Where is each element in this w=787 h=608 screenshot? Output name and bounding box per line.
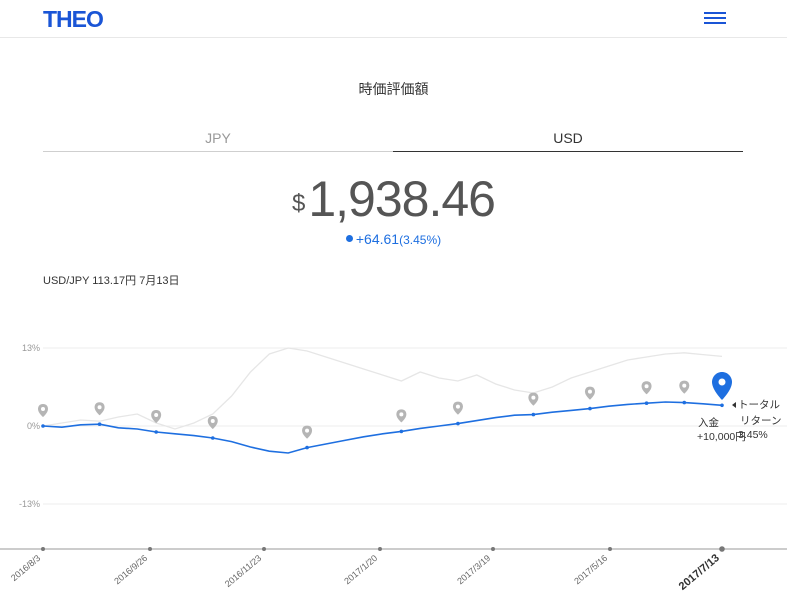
data-point	[682, 400, 687, 405]
theo-logo[interactable]: THEO	[43, 6, 104, 33]
deposit-marker-hole	[210, 419, 215, 423]
x-tick-dot	[148, 547, 152, 551]
x-tick-dot	[608, 547, 612, 551]
tooltip-label: リターン	[740, 415, 781, 427]
hamburger-menu-icon[interactable]	[704, 10, 728, 26]
currency-tabs: JPY USD	[43, 128, 743, 152]
x-tick-label: 2017/7/13	[677, 552, 722, 593]
series-line-benchmark	[42, 347, 723, 430]
deposit-marker-hole	[644, 384, 649, 389]
data-point	[644, 401, 649, 405]
x-tick-label: 2017/5/16	[572, 553, 609, 586]
deposit-marker-hole	[305, 428, 310, 433]
data-point	[210, 436, 215, 440]
x-tick-label: 2016/11/23	[223, 553, 263, 589]
deposit-marker-hole	[455, 404, 460, 409]
total-return-tooltip[interactable]: トータル リターン 3.45% 入金 +10,000円	[697, 372, 781, 443]
caret-left-icon	[732, 402, 736, 408]
tooltip-label: トータル	[738, 399, 780, 411]
deposit-markers	[38, 380, 727, 450]
location-pin-icon	[712, 372, 732, 400]
deposit-marker-hole	[531, 395, 536, 400]
data-point	[531, 412, 536, 417]
deposit-amount: +10,000円	[697, 431, 746, 443]
data-point	[588, 406, 592, 411]
tab-jpy[interactable]: JPY	[43, 128, 393, 152]
deposit-label: 入金	[698, 416, 719, 429]
y-tick-label: 0%	[27, 421, 40, 431]
tab-usd[interactable]: USD	[393, 128, 743, 152]
x-tick-label: 2017/1/20	[342, 553, 379, 586]
deposit-marker-hole	[154, 413, 159, 417]
x-tick-label: 2017/3/19	[455, 553, 492, 586]
change-value: +64.61	[355, 231, 400, 247]
x-tick-dot	[41, 547, 45, 551]
y-tick-label: -13%	[19, 499, 40, 509]
valuation-change: +64.61(3.45%)	[0, 231, 787, 247]
y-tick-label: 13%	[22, 343, 40, 353]
x-tick-dot	[719, 546, 725, 552]
x-tick-label: 2016/9/26	[112, 553, 149, 586]
data-point	[41, 424, 45, 428]
fx-rate: USD/JPY 113.17円 7月13日	[43, 275, 180, 287]
data-point	[305, 445, 309, 450]
pin-center	[718, 378, 726, 386]
data-point	[97, 422, 102, 426]
deposit-marker-hole	[41, 407, 45, 411]
deposit-marker-hole	[97, 405, 102, 410]
series-line-return	[42, 401, 723, 454]
data-point	[399, 429, 404, 434]
data-point	[154, 430, 158, 434]
menu-bar	[704, 17, 726, 19]
page-title: 時価評価額	[358, 81, 429, 97]
deposit-marker-hole	[587, 389, 592, 394]
x-ticks: 2016/8/3 2016/9/26 2016/11/23 2017/1/20 2017…	[9, 546, 725, 593]
deposit-marker-hole	[682, 383, 687, 388]
x-tick-dot	[491, 547, 495, 551]
menu-bar	[704, 12, 726, 14]
app-header: THEO	[0, 0, 787, 38]
x-tick-dot	[262, 547, 266, 551]
data-point	[456, 421, 460, 426]
change-dot-icon	[345, 235, 353, 242]
data-point	[720, 403, 724, 408]
change-percent: (3.45%)	[399, 233, 442, 247]
currency-symbol: $	[292, 190, 306, 217]
menu-bar	[704, 22, 726, 24]
amount-value: 1,938.46	[308, 171, 496, 227]
return-chart[interactable]: 13% 0% -13% 2016/8/3 2016/9/26 2016/11/23 2…	[0, 330, 787, 608]
valuation-amount: $1,938.46	[0, 170, 787, 228]
x-tick-dot	[378, 547, 382, 551]
deposit-marker-hole	[399, 412, 404, 417]
x-tick-label: 2016/8/3	[9, 553, 42, 583]
